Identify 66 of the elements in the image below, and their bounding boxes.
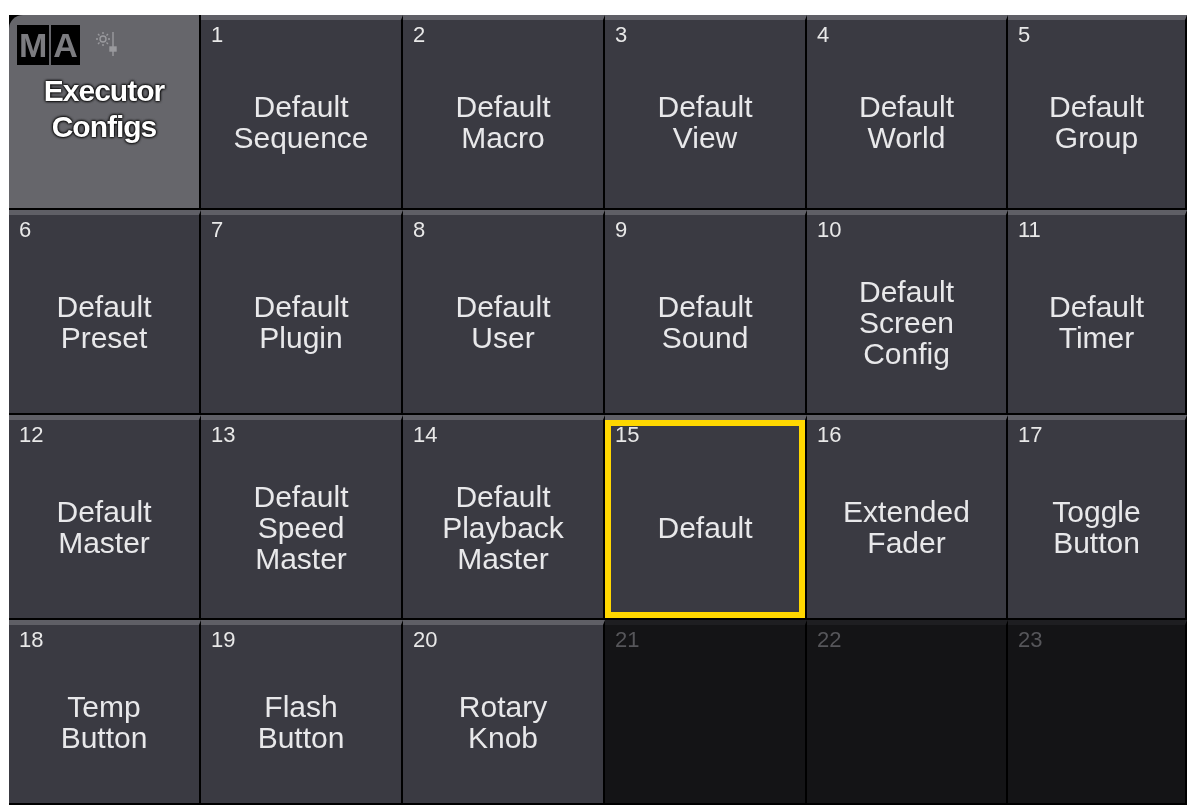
tile-label: Default — [657, 511, 753, 543]
executor-tile[interactable]: 18 Temp Button — [9, 620, 201, 805]
tile-label: Flash Button — [257, 691, 345, 753]
executor-tile[interactable]: 20 Rotary Knob — [403, 620, 605, 805]
tile-number: 17 — [1018, 421, 1043, 449]
tile-label: Default Sequence — [233, 91, 369, 153]
tile-label: Default User — [455, 291, 551, 353]
executor-tile[interactable]: 1 Default Sequence — [201, 15, 403, 210]
tile-number: 6 — [19, 216, 32, 244]
executor-tile[interactable]: 9 Default Sound — [605, 210, 807, 415]
tile-label: Default Speed Master — [253, 480, 349, 574]
executor-tile[interactable]: 3 Default View — [605, 15, 807, 210]
tile-label: Default Playback Master — [442, 480, 564, 574]
tile-number: 14 — [413, 421, 438, 449]
tile-number: 9 — [615, 216, 628, 244]
executor-tile[interactable]: 6 Default Preset — [9, 210, 201, 415]
tile-label: Extended Fader — [843, 496, 970, 558]
tile-number: 18 — [19, 626, 44, 654]
logo-letter: A — [51, 25, 80, 65]
tile-number: 22 — [817, 626, 842, 654]
executor-tile[interactable]: 7 Default Plugin — [201, 210, 403, 415]
executor-tile[interactable]: 13 Default Speed Master — [201, 415, 403, 620]
executor-tile[interactable]: 14 Default Playback Master — [403, 415, 605, 620]
header-title: Executor Configs — [43, 73, 165, 145]
tile-number: 7 — [211, 216, 224, 244]
tile-number: 4 — [817, 21, 830, 49]
tile-number: 8 — [413, 216, 426, 244]
tile-number: 2 — [413, 21, 426, 49]
tile-label: Default Plugin — [253, 291, 349, 353]
executor-tile[interactable]: 10 Default Screen Config — [807, 210, 1008, 415]
tile-number: 10 — [817, 216, 842, 244]
tile-label: Temp Button — [60, 691, 148, 753]
tile-label: Rotary Knob — [458, 691, 548, 753]
tile-number: 3 — [615, 21, 628, 49]
executor-tile[interactable]: 2 Default Macro — [403, 15, 605, 210]
tile-label: Toggle Button — [1052, 496, 1141, 558]
tile-number: 21 — [615, 626, 640, 654]
executor-tile[interactable]: 15 Default — [605, 415, 807, 620]
executor-tile[interactable]: 5 Default Group — [1008, 15, 1187, 210]
tile-label: Default Timer — [1048, 291, 1145, 353]
tile-label: Default View — [657, 91, 753, 153]
tile-number: 13 — [211, 421, 236, 449]
executor-tile[interactable]: 8 Default User — [403, 210, 605, 415]
executor-tile[interactable]: 16 Extended Fader — [807, 415, 1008, 620]
tile-number: 20 — [413, 626, 438, 654]
tile-label: Default Sound — [657, 291, 753, 353]
executor-tile[interactable]: 4 Default World — [807, 15, 1008, 210]
tile-label: Default World — [858, 91, 955, 153]
tile-number: 23 — [1018, 626, 1043, 654]
tile-number: 1 — [211, 21, 224, 49]
executor-tile[interactable]: 17 Toggle Button — [1008, 415, 1187, 620]
tile-number: 12 — [19, 421, 44, 449]
tile-label: Default Group — [1048, 91, 1145, 153]
tile-number: 5 — [1018, 21, 1031, 49]
tile-number: 15 — [615, 421, 640, 449]
tile-label: Default Macro — [455, 91, 551, 153]
tile-label: Default Master — [56, 496, 152, 558]
executor-tile[interactable]: 11 Default Timer — [1008, 210, 1187, 415]
tile-label: Default Screen Config — [858, 275, 955, 369]
tile-label: Default Preset — [56, 291, 152, 353]
tile-number: 16 — [817, 421, 842, 449]
executor-tile[interactable]: 12 Default Master — [9, 415, 201, 620]
tile-number: 19 — [211, 626, 236, 654]
executor-tile[interactable]: 19 Flash Button — [201, 620, 403, 805]
tile-number: 11 — [1018, 216, 1041, 244]
logo-letter: M — [17, 25, 50, 65]
